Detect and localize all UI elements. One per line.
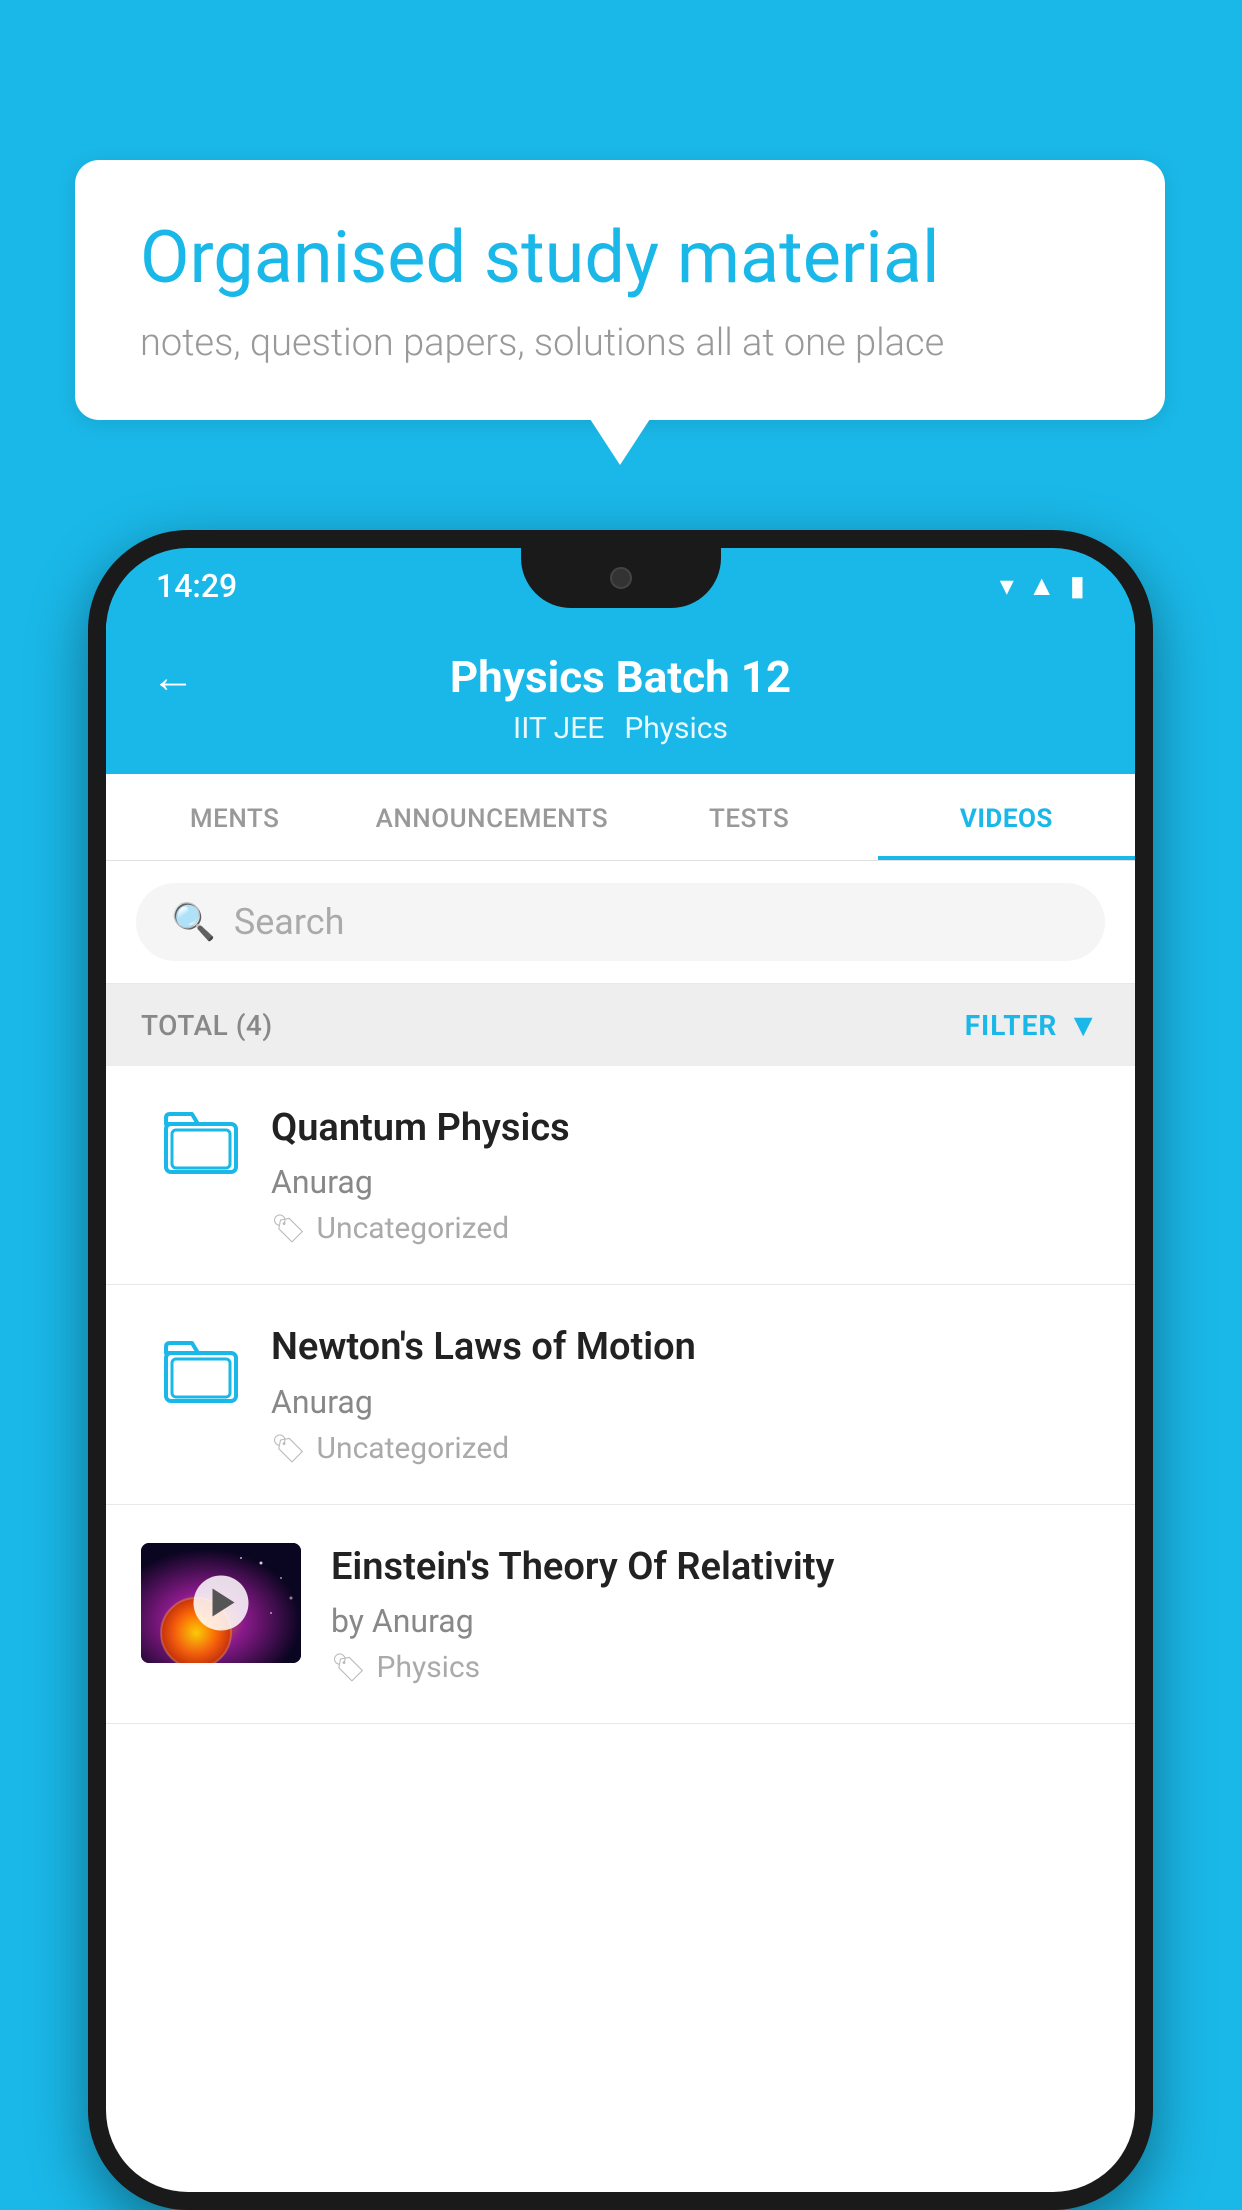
header-subtitle: IIT JEE Physics — [513, 711, 728, 746]
tab-tests[interactable]: TESTS — [621, 774, 878, 860]
play-button[interactable] — [194, 1575, 249, 1630]
filter-button[interactable]: FILTER ▼ — [965, 1006, 1100, 1044]
status-bar: 14:29 ▾ ▲ ▮ — [106, 548, 1135, 623]
phone-frame: 14:29 ▾ ▲ ▮ ← Physics Batch 12 — [88, 530, 1153, 2210]
video-tag: Uncategorized — [317, 1431, 510, 1466]
page-title: Physics Batch 12 — [450, 651, 791, 703]
bubble-title: Organised study material — [140, 215, 1100, 301]
battery-icon: ▮ — [1070, 569, 1085, 602]
video-author: Anurag — [271, 1163, 1100, 1201]
search-icon: 🔍 — [171, 901, 216, 943]
header-tag-physics: Physics — [624, 711, 728, 746]
signal-icon: ▲ — [1028, 569, 1056, 602]
front-camera — [610, 567, 632, 589]
total-count: TOTAL (4) — [141, 1009, 273, 1042]
phone-screen: 14:29 ▾ ▲ ▮ ← Physics Batch 12 — [106, 548, 1135, 2192]
search-input[interactable]: Search — [234, 901, 345, 943]
video-tag-row: 🏷 Uncategorized — [271, 1211, 1100, 1246]
video-info: Einstein's Theory Of Relativity by Anura… — [331, 1543, 1100, 1685]
video-title: Newton's Laws of Motion — [271, 1323, 1100, 1372]
video-thumbnail — [141, 1543, 301, 1663]
screen-content: ← Physics Batch 12 IIT JEE Physics MENTS… — [106, 623, 1135, 2192]
status-icons: ▾ ▲ ▮ — [1000, 569, 1085, 602]
notch — [521, 548, 721, 608]
back-button[interactable]: ← — [151, 651, 195, 703]
speech-bubble: Organised study material notes, question… — [75, 160, 1165, 420]
thumbnail-image — [141, 1543, 301, 1663]
video-tag-row: 🏷 Uncategorized — [271, 1431, 1100, 1466]
tag-icon: 🏷 — [331, 1651, 367, 1684]
play-triangle-icon — [212, 1589, 234, 1617]
tab-ments[interactable]: MENTS — [106, 774, 363, 860]
video-author: by Anurag — [331, 1602, 1100, 1640]
speech-bubble-container: Organised study material notes, question… — [75, 160, 1165, 420]
video-tag: Uncategorized — [317, 1211, 510, 1246]
tab-videos[interactable]: VIDEOS — [878, 774, 1135, 860]
list-item[interactable]: Newton's Laws of Motion Anurag 🏷 Uncateg… — [106, 1285, 1135, 1504]
filter-label: FILTER — [965, 1009, 1058, 1042]
video-title: Einstein's Theory Of Relativity — [331, 1543, 1100, 1592]
phone-container: 14:29 ▾ ▲ ▮ ← Physics Batch 12 — [88, 530, 1153, 2210]
tag-icon: 🏷 — [271, 1212, 307, 1245]
video-tag-row: 🏷 Physics — [331, 1650, 1100, 1685]
header-tag-iitjee: IIT JEE — [513, 711, 604, 746]
folder-icon — [161, 1323, 241, 1413]
bubble-subtitle: notes, question papers, solutions all at… — [140, 321, 1100, 365]
wifi-icon: ▾ — [1000, 569, 1014, 602]
status-time: 14:29 — [156, 567, 237, 605]
video-info: Quantum Physics Anurag 🏷 Uncategorized — [271, 1104, 1100, 1246]
filter-bar: TOTAL (4) FILTER ▼ — [106, 984, 1135, 1066]
folder-icon — [161, 1104, 241, 1194]
header-top: ← Physics Batch 12 — [151, 651, 1090, 703]
video-info: Newton's Laws of Motion Anurag 🏷 Uncateg… — [271, 1323, 1100, 1465]
search-bar[interactable]: 🔍 Search — [136, 883, 1105, 961]
search-container: 🔍 Search — [106, 861, 1135, 984]
video-list: Quantum Physics Anurag 🏷 Uncategorized — [106, 1066, 1135, 1724]
filter-icon: ▼ — [1067, 1006, 1100, 1044]
list-item[interactable]: Einstein's Theory Of Relativity by Anura… — [106, 1505, 1135, 1724]
video-author: Anurag — [271, 1383, 1100, 1421]
tabs-bar: MENTS ANNOUNCEMENTS TESTS VIDEOS — [106, 774, 1135, 861]
list-item[interactable]: Quantum Physics Anurag 🏷 Uncategorized — [106, 1066, 1135, 1285]
app-header: ← Physics Batch 12 IIT JEE Physics — [106, 623, 1135, 774]
video-tag: Physics — [377, 1650, 481, 1685]
tag-icon: 🏷 — [271, 1432, 307, 1465]
video-title: Quantum Physics — [271, 1104, 1100, 1153]
tab-announcements[interactable]: ANNOUNCEMENTS — [363, 774, 620, 860]
